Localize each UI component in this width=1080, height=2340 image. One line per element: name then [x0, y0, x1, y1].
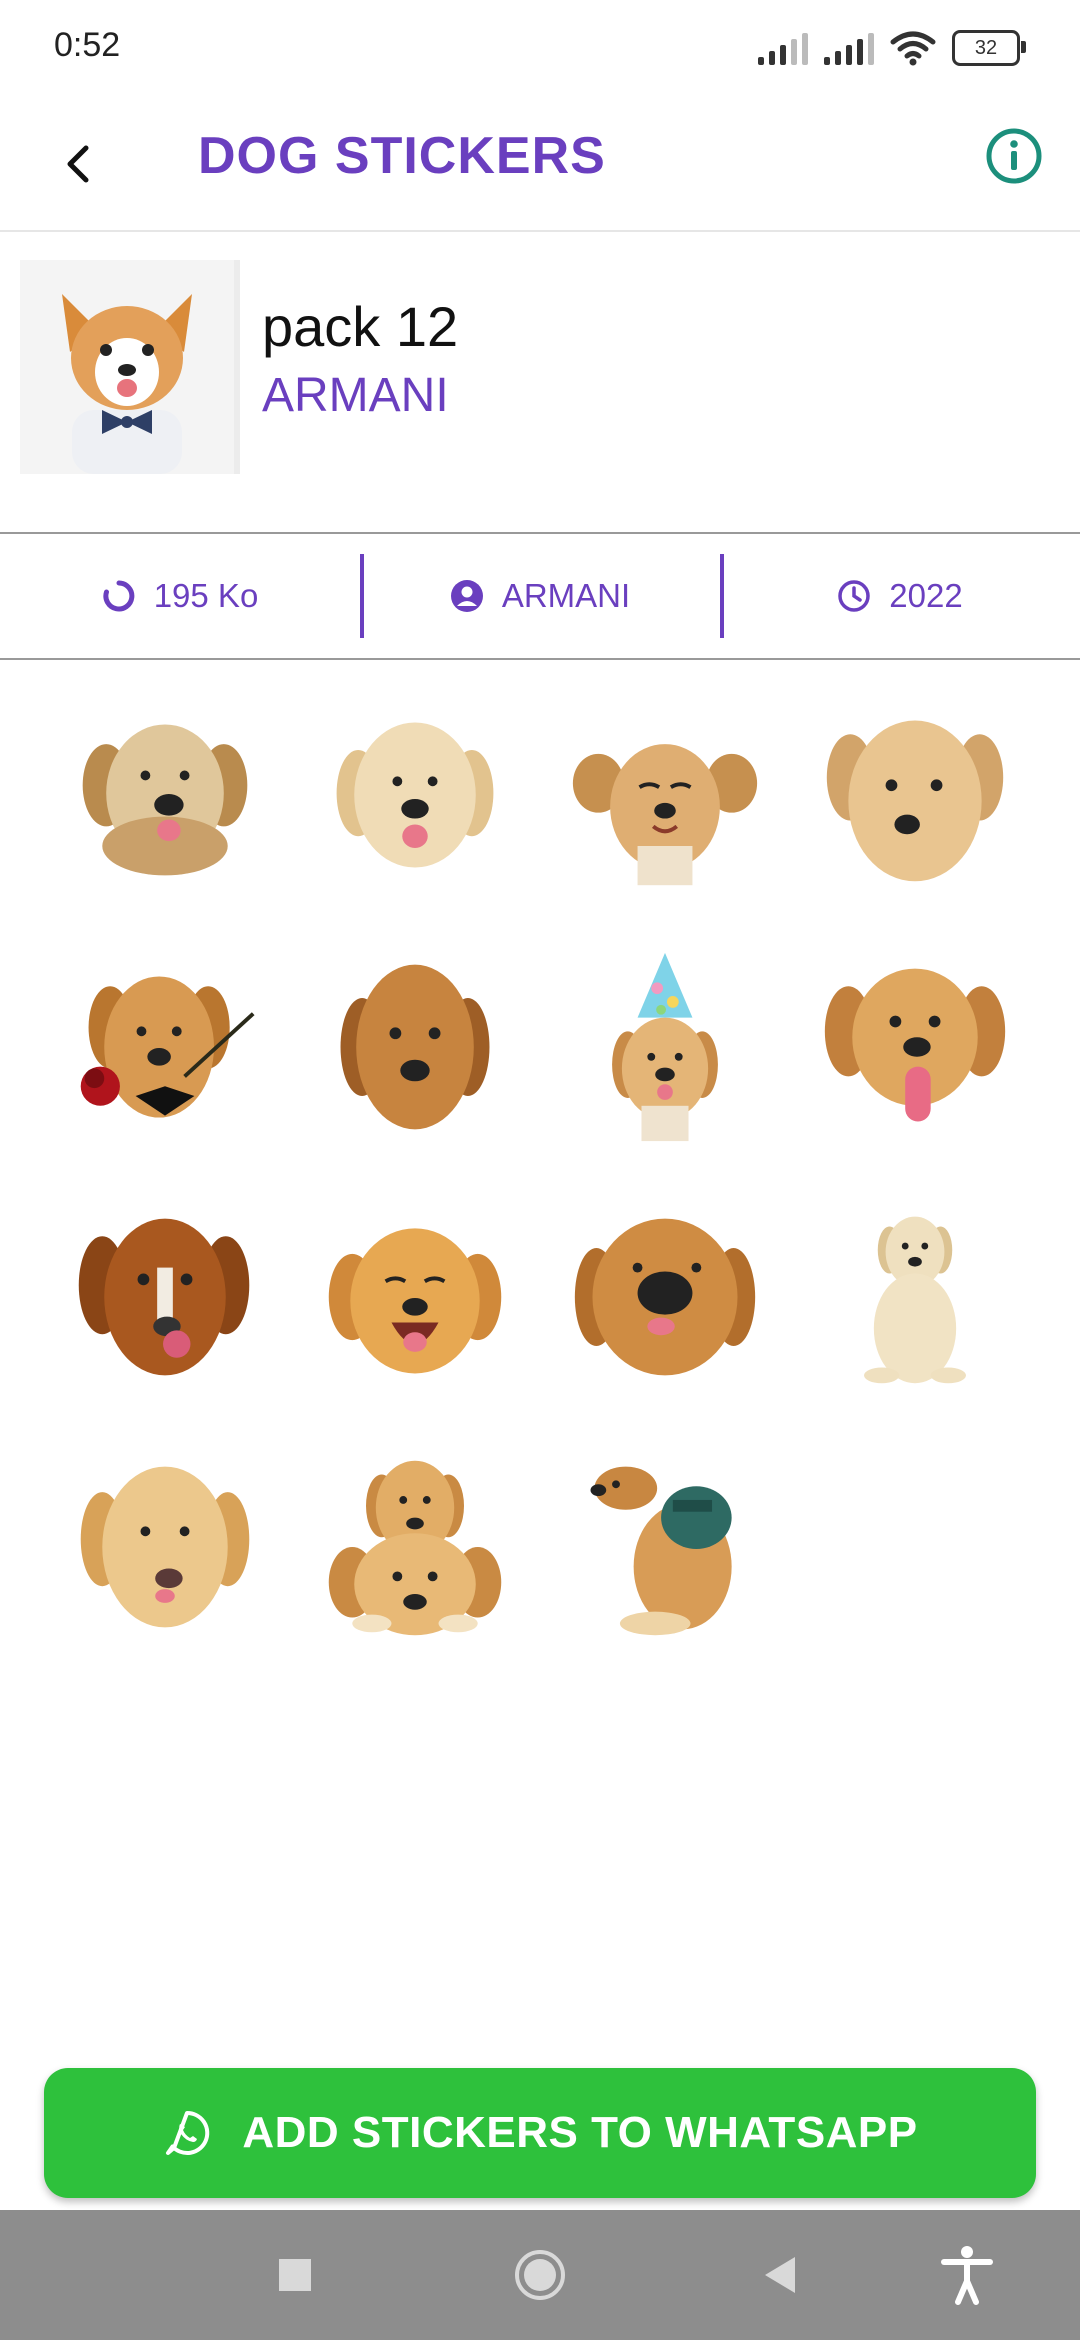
- golden-retriever-sticker: [78, 712, 252, 882]
- pack-thumbnail: [20, 260, 240, 474]
- pack-author: ARMANI: [262, 369, 449, 422]
- pack-year-cell: 2022: [720, 534, 1080, 658]
- arrow-back-icon[interactable]: [58, 134, 98, 194]
- wifi-icon: [890, 31, 936, 66]
- sticker-item[interactable]: [790, 1172, 1040, 1422]
- pack-size-cell: 195 Ko: [0, 534, 360, 658]
- app-bar: DOG STICKERS: [0, 96, 1080, 232]
- circle-home-icon: [515, 2250, 565, 2300]
- red-dog-licking-sticker: [76, 1208, 254, 1386]
- add-button-label: ADD STICKERS TO WHATSAPP: [242, 2108, 918, 2157]
- puppy-eyes-closed-sticker: [572, 736, 758, 886]
- sticker-item[interactable]: [290, 672, 540, 922]
- sticker-item[interactable]: [290, 922, 540, 1172]
- pack-size: 195 Ko: [153, 577, 259, 614]
- accessibility-icon: [941, 2246, 993, 2305]
- size-icon: [103, 580, 135, 612]
- signal-icon-2: [824, 31, 874, 65]
- pack-name: pack 12: [262, 295, 459, 358]
- status-bar: 0:52 32: [0, 0, 1080, 96]
- battery-icon: 32: [952, 30, 1026, 66]
- home-button[interactable]: [505, 2240, 575, 2310]
- accessibility-button[interactable]: [932, 2240, 1002, 2310]
- account-icon: [450, 580, 483, 612]
- golden-retriever-closeup-sticker: [574, 1214, 756, 1382]
- sticker-item[interactable]: [40, 1422, 290, 1672]
- dog-with-backpack-sticker: [590, 1456, 754, 1638]
- sticker-grid: [40, 672, 1040, 1672]
- signal-icon: [758, 31, 808, 65]
- status-time: 0:52: [54, 26, 121, 64]
- back-nav-button[interactable]: [745, 2240, 815, 2310]
- sticker-item[interactable]: [790, 922, 1040, 1172]
- sticker-item[interactable]: [790, 672, 1040, 922]
- pack-year: 2022: [889, 577, 963, 614]
- golden-retriever-laughing-sticker: [328, 1218, 502, 1384]
- pack-header: pack 12 ARMANI: [0, 232, 1080, 532]
- pack-info-row: 195 Ko ARMANI 2022: [0, 532, 1080, 660]
- system-nav-bar: [0, 2210, 1080, 2340]
- page-title: DOG STICKERS: [198, 127, 606, 185]
- sticker-item[interactable]: [40, 922, 290, 1172]
- sticker-item[interactable]: [540, 672, 790, 922]
- labrador-puppy-sticker: [826, 712, 1004, 886]
- dog-with-rose-sticker: [78, 960, 255, 1134]
- sticker-item[interactable]: [540, 1172, 790, 1422]
- pack-publisher-cell: ARMANI: [360, 534, 720, 658]
- labrador-puppy-sitting-sticker: [840, 1206, 990, 1388]
- sticker-item[interactable]: [40, 672, 290, 922]
- sticker-item[interactable]: [540, 1422, 790, 1672]
- golden-retriever-tongue-sticker: [824, 956, 1006, 1126]
- triangle-back-icon: [765, 2257, 795, 2293]
- golden-retriever-face-sticker: [338, 958, 492, 1138]
- corgi-thumbnail-image: [62, 294, 192, 474]
- sticker-item[interactable]: [40, 1172, 290, 1422]
- clock-icon: [838, 580, 871, 612]
- dog-with-party-hat-sticker: [600, 952, 730, 1142]
- cream-golden-retriever-sticker: [328, 710, 502, 884]
- sticker-item[interactable]: [540, 922, 790, 1172]
- recents-button[interactable]: [260, 2240, 330, 2310]
- square-icon: [279, 2259, 311, 2291]
- sticker-item[interactable]: [290, 1172, 540, 1422]
- pack-publisher: ARMANI: [501, 577, 631, 614]
- whatsapp-icon: [166, 2110, 210, 2155]
- two-retrievers-sticker: [324, 1458, 506, 1636]
- info-icon[interactable]: [984, 126, 1044, 186]
- status-icons: 32: [758, 28, 1026, 68]
- battery-level: 32: [974, 36, 998, 59]
- sticker-item[interactable]: [290, 1422, 540, 1672]
- golden-retriever-licking-sticker: [76, 1458, 254, 1636]
- add-to-whatsapp-button[interactable]: ADD STICKERS TO WHATSAPP: [44, 2068, 1036, 2198]
